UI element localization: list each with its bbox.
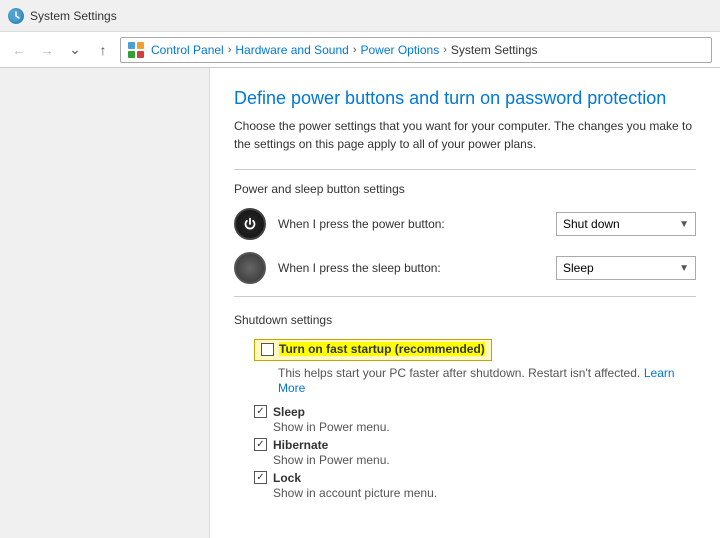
- lock-checkbox-row: ✓ Lock Show in account picture menu.: [254, 471, 696, 500]
- shutdown-section-label: Shutdown settings: [234, 313, 696, 327]
- recent-button[interactable]: ⌄: [64, 39, 86, 61]
- up-button[interactable]: ↑: [92, 39, 114, 61]
- breadcrumb-hardware-sound[interactable]: Hardware and Sound: [235, 43, 348, 57]
- hibernate-checkbox-sublabel: Show in Power menu.: [273, 453, 390, 467]
- breadcrumb: Control Panel › Hardware and Sound › Pow…: [120, 37, 712, 63]
- hibernate-checkbox-group: Hibernate Show in Power menu.: [273, 438, 390, 467]
- fast-startup-row: Turn on fast startup (recommended): [254, 339, 696, 361]
- lock-checkbox[interactable]: ✓: [254, 471, 267, 484]
- power-button-row: When I press the power button: Shut down…: [234, 208, 696, 240]
- breadcrumb-control-panel[interactable]: Control Panel: [151, 43, 224, 57]
- fast-startup-label: Turn on fast startup (recommended): [279, 342, 485, 356]
- sleep-button-row: When I press the sleep button: Sleep ▼: [234, 252, 696, 284]
- forward-button[interactable]: →: [36, 39, 58, 61]
- hibernate-checkbox[interactable]: ✓: [254, 438, 267, 451]
- left-panel: [0, 68, 210, 538]
- sleep-button-value: Sleep: [563, 261, 594, 275]
- sleep-button-icon: [234, 252, 266, 284]
- sleep-checkbox-group: Sleep Show in Power menu.: [273, 405, 390, 434]
- main-layout: Define power buttons and turn on passwor…: [0, 68, 720, 538]
- address-bar: ← → ⌄ ↑ Control Panel › Hardware and Sou…: [0, 32, 720, 68]
- divider-1: [234, 169, 696, 170]
- lock-checkbox-sublabel: Show in account picture menu.: [273, 486, 437, 500]
- lock-checkbox-label: Lock: [273, 471, 437, 485]
- content-area: Define power buttons and turn on passwor…: [210, 68, 720, 538]
- hibernate-checkbox-label: Hibernate: [273, 438, 390, 452]
- sleep-button-label: When I press the sleep button:: [278, 261, 544, 275]
- app-icon: [8, 8, 24, 24]
- power-button-section-label: Power and sleep button settings: [234, 182, 696, 196]
- power-button-icon: [234, 208, 266, 240]
- hibernate-checkbox-row: ✓ Hibernate Show in Power menu.: [254, 438, 696, 467]
- back-button[interactable]: ←: [8, 39, 30, 61]
- breadcrumb-power-options[interactable]: Power Options: [360, 43, 439, 57]
- fast-startup-sublabel: This helps start your PC faster after sh…: [278, 366, 640, 380]
- breadcrumb-system-settings: System Settings: [451, 43, 538, 57]
- power-button-dropdown[interactable]: Shut down ▼: [556, 212, 696, 236]
- page-description: Choose the power settings that you want …: [234, 117, 696, 153]
- lock-checkbox-group: Lock Show in account picture menu.: [273, 471, 437, 500]
- fast-startup-sublabel-row: This helps start your PC faster after sh…: [278, 365, 696, 395]
- control-panel-icon: [127, 41, 145, 59]
- title-bar: System Settings: [0, 0, 720, 32]
- fast-startup-checkbox[interactable]: [261, 343, 274, 356]
- page-title: Define power buttons and turn on passwor…: [234, 88, 696, 109]
- sleep-dropdown-arrow: ▼: [679, 263, 689, 274]
- power-button-value: Shut down: [563, 217, 620, 231]
- sleep-checkbox[interactable]: ✓: [254, 405, 267, 418]
- sleep-checkbox-row: ✓ Sleep Show in Power menu.: [254, 405, 696, 434]
- power-button-label: When I press the power button:: [278, 217, 544, 231]
- divider-2: [234, 296, 696, 297]
- sleep-checkbox-sublabel: Show in Power menu.: [273, 420, 390, 434]
- sleep-checkbox-label: Sleep: [273, 405, 390, 419]
- power-dropdown-arrow: ▼: [679, 219, 689, 230]
- sleep-button-dropdown[interactable]: Sleep ▼: [556, 256, 696, 280]
- window-title: System Settings: [30, 9, 117, 23]
